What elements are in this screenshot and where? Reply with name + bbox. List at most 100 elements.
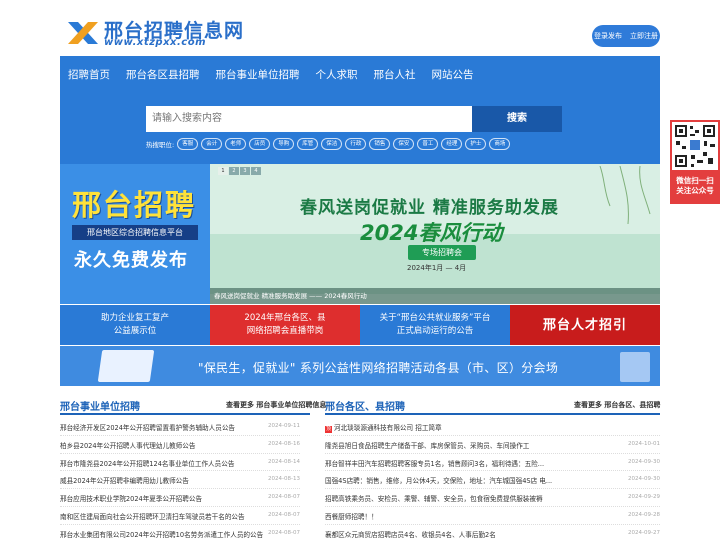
slide-caption: 春风送岗促就业 精准服务助发展 —— 2024春风行动 (210, 288, 660, 304)
item-date: 2024-08-07 (268, 494, 300, 501)
account-pill: 登录发布 立即注册 (592, 25, 660, 47)
wide-banner-text: "保民生，促就业" 系列公益性网络招聘活动各县（市、区）分会场 (198, 361, 559, 375)
hot-label: 热搜职位: (146, 141, 175, 149)
list-item[interactable]: 威县2024年公开招聘非编聘用幼儿教师公告 2024-08-13 (60, 471, 300, 490)
qr-label-2: 关注公众号 (676, 186, 714, 195)
item-date: 2024-10-01 (628, 440, 660, 447)
item-title[interactable]: 邢台水业集团有限公司2024年公开招聘10名劳务派遣工作人员的公告 (60, 529, 265, 539)
nav-item-hr[interactable]: 邢台人社 (366, 64, 424, 86)
item-title[interactable]: 招聘高铁乘务员、安检员、乘警、辅警、安全员，包食宿免费提供服装被褥 (325, 493, 620, 503)
nav-item-jobseek[interactable]: 个人求职 (308, 64, 366, 86)
list-item[interactable]: 邢台经济开发区2024年公开招聘留置看护警务辅助人员公告 2024-09-11 (60, 418, 300, 436)
page: 邢台招聘信息网 www.xtzpxx.com 登录发布 立即注册 招聘首页 邢台… (0, 0, 720, 540)
main-nav: 招聘首页 邢台各区县招聘 邢台事业单位招聘 个人求职 邢台人社 网站公告 (60, 64, 482, 86)
search-button[interactable]: 搜索 (472, 106, 562, 132)
wechat-qr-float[interactable]: 微信扫一扫 关注公众号 (670, 120, 720, 204)
list-county: 顶河北琰琰源通科技有限公司 招工简章 隆尧县旭日食品招聘生产储备干部、库房保管员… (325, 418, 660, 540)
search-input[interactable]: 请输入搜索内容 (146, 106, 472, 132)
list-item[interactable]: 招聘高铁乘务员、安检员、乘警、辅警、安全员，包食宿免费提供服装被褥 2024-09… (325, 489, 660, 507)
section-title-county[interactable]: 邢台各区、县招聘 (325, 398, 405, 413)
list-item[interactable]: 邢台水业集团有限公司2024年公开招聘10名劳务派遣工作人员的公告 2024-08… (60, 525, 300, 540)
ad-line: 2024年邢台各区、县 (244, 313, 326, 323)
hot-tag[interactable]: 普工 (417, 138, 439, 150)
list-item[interactable]: 顶河北琰琰源通科技有限公司 招工简章 (325, 418, 660, 436)
hot-tag[interactable]: 会计 (201, 138, 223, 150)
ad-live-job-fair[interactable]: 2024年邢台各区、县 网络招聘会直播带岗 (210, 305, 360, 345)
item-date: 2024-09-30 (628, 458, 660, 465)
item-title[interactable]: 西餐厨师招聘！！ (325, 511, 620, 521)
qr-label-1: 微信扫一扫 (676, 176, 714, 185)
register-link[interactable]: 立即注册 (630, 31, 658, 41)
nav-item-county[interactable]: 邢台各区县招聘 (118, 64, 208, 86)
hot-tag[interactable]: 保洁 (321, 138, 343, 150)
qr-code-icon (672, 122, 718, 170)
item-title[interactable]: 南和区住建局面向社会公开招聘环卫清扫车驾驶员若干名的公告 (60, 511, 265, 521)
item-title[interactable]: 邢台智祥丰田汽车招聘招聘客服专员1名，销售顾问3名，福利待遇：五险... (325, 458, 620, 468)
ad-slogan: 永久免费发布 (74, 250, 188, 271)
hot-tag[interactable]: 库管 (297, 138, 319, 150)
list-item[interactable]: 南和区住建局面向社会公开招聘环卫清扫车驾驶员若干名的公告 2024-08-07 (60, 507, 300, 525)
ad-line: 网络招聘会直播带岗 (246, 326, 324, 336)
hot-tag[interactable]: 保安 (393, 138, 415, 150)
wide-banner[interactable]: "保民生，促就业" 系列公益性网络招聘活动各县（市、区）分会场 (60, 346, 660, 386)
item-date: 2024-08-07 (268, 529, 300, 536)
item-title[interactable]: 柏乡县2024年公开招聘人事代理幼儿教师公告 (60, 440, 265, 450)
hot-tag[interactable]: 经理 (441, 138, 463, 150)
section-title-public[interactable]: 邢台事业单位招聘 (60, 398, 140, 413)
item-date: 2024-08-07 (268, 511, 300, 518)
item-date: 2024-08-13 (268, 476, 300, 483)
ad-line: 公益展示位 (113, 326, 157, 336)
item-title[interactable]: 邢台应用技术职业学院2024年夏季公开招聘公告 (60, 493, 265, 503)
hot-tags: 热搜职位: 客服 会计 老师 店员 导购 库管 保洁 行政 销售 保安 普工 经… (146, 138, 513, 150)
slide-date: 2024年1月 — 4月 (407, 264, 467, 272)
ad-title: 邢台招聘 (72, 188, 197, 222)
item-title[interactable]: 邢台经济开发区2024年公开招聘留置看护警务辅助人员公告 (60, 422, 265, 432)
list-item[interactable]: 邢台应用技术职业学院2024年夏季公开招聘公告 2024-08-07 (60, 489, 300, 507)
willow-branch-icon (599, 166, 651, 225)
list-item[interactable]: 西餐厨师招聘！！ 2024-09-28 (325, 507, 660, 525)
list-item[interactable]: 国强4S店聘：销售，维修，月公休4天，交保险，地址：汽车城国强4S店 电... 2… (325, 471, 660, 490)
more-link-county[interactable]: 查看更多 邢台各区、县招聘 (574, 400, 660, 410)
list-item[interactable]: 邢台智祥丰田汽车招聘招聘客服专员1名，销售顾问3名，福利待遇：五险... 2024… (325, 454, 660, 472)
item-title[interactable]: 顶河北琰琰源通科技有限公司 招工简章 (325, 422, 625, 433)
qr-label: 微信扫一扫 关注公众号 (670, 176, 720, 196)
more-link-public[interactable]: 查看更多 邢台事业单位招聘信息 (226, 400, 326, 410)
hot-tag[interactable]: 老师 (225, 138, 247, 150)
hot-tag[interactable]: 行政 (345, 138, 367, 150)
item-date: 2024-08-14 (268, 458, 300, 465)
hot-tag[interactable]: 客服 (177, 138, 199, 150)
nav-search-panel: 招聘首页 邢台各区县招聘 邢台事业单位招聘 个人求职 邢台人社 网站公告 请输入… (60, 56, 660, 164)
site-url: www.xtzpxx.com (104, 37, 206, 48)
ad-talent[interactable]: 邢台人才招引 (510, 305, 660, 345)
list-item[interactable]: 柏乡县2024年公开招聘人事代理幼儿教师公告 2024-08-16 (60, 436, 300, 454)
item-title[interactable]: 邢台市隆尧县2024年公开招聘124名事业单位工作人员公告 (60, 458, 265, 468)
hot-tag[interactable]: 商场 (489, 138, 511, 150)
nav-item-home[interactable]: 招聘首页 (60, 64, 118, 86)
nav-item-notice[interactable]: 网站公告 (424, 64, 482, 86)
ad-subtitle: 邢台地区综合招聘信息平台 (72, 225, 198, 240)
x-logo-icon[interactable] (66, 20, 100, 46)
hot-tag[interactable]: 店员 (249, 138, 271, 150)
ad-company-showcase[interactable]: 助力企业复工复产 公益展示位 (60, 305, 210, 345)
ad-platform-notice[interactable]: 关于“邢台公共就业服务”平台 正式启动运行的公告 (360, 305, 510, 345)
hot-tag[interactable]: 导购 (273, 138, 295, 150)
hot-tag[interactable]: 护士 (465, 138, 487, 150)
nav-item-public[interactable]: 邢台事业单位招聘 (208, 64, 308, 86)
header: 邢台招聘信息网 www.xtzpxx.com 登录发布 立即注册 (0, 0, 720, 56)
slide-pill: 专场招聘会 (408, 245, 476, 260)
list-item[interactable]: 襄都区众元商贸店招聘店员4名、收银员4名、人事后勤2名 2024-09-27 (325, 525, 660, 540)
item-date: 2024-09-29 (628, 494, 660, 501)
list-item[interactable]: 邢台市隆尧县2024年公开招聘124名事业单位工作人员公告 2024-08-14 (60, 454, 300, 472)
item-title[interactable]: 威县2024年公开招聘非编聘用幼儿教师公告 (60, 475, 265, 485)
login-link[interactable]: 登录发布 (594, 31, 622, 41)
section-divider (60, 413, 310, 415)
document-icon (620, 352, 650, 382)
free-post-ad[interactable]: 邢台招聘 邢台地区综合招聘信息平台 永久免费发布 (60, 164, 210, 304)
item-title[interactable]: 襄都区众元商贸店招聘店员4名、收银员4名、人事后勤2名 (325, 529, 620, 539)
hot-tag[interactable]: 销售 (369, 138, 391, 150)
list-item[interactable]: 隆尧县旭日食品招聘生产储备干部、库房保管员、采购员、车间操作工 2024-10-0… (325, 436, 660, 454)
item-title[interactable]: 隆尧县旭日食品招聘生产储备干部、库房保管员、采购员、车间操作工 (325, 440, 620, 450)
item-title[interactable]: 国强4S店聘：销售，维修，月公休4天，交保险，地址：汽车城国强4S店 电... (325, 475, 620, 485)
section-divider (325, 413, 660, 415)
item-date: 2024-09-27 (628, 529, 660, 536)
